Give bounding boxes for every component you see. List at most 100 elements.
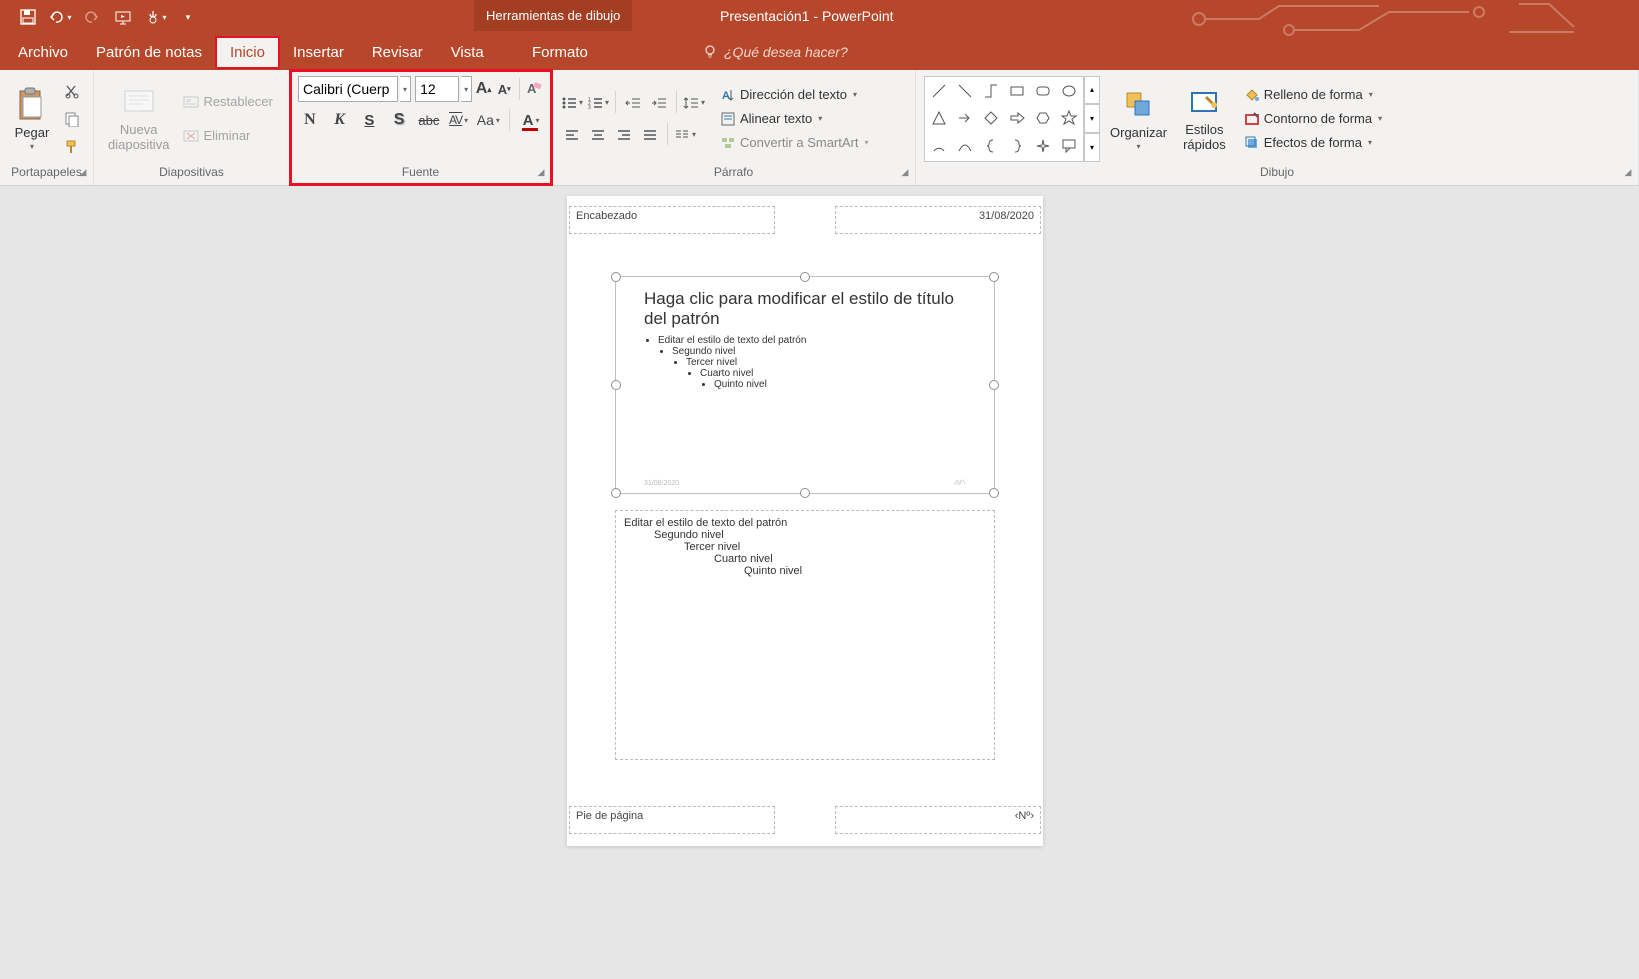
shape-roundrect-icon[interactable] xyxy=(1031,79,1055,104)
text-shadow-button[interactable]: S xyxy=(387,108,411,132)
align-left-button[interactable] xyxy=(560,123,584,147)
shape-curve-icon[interactable] xyxy=(953,133,977,158)
slide-image-placeholder[interactable]: Haga clic para modificar el estilo de tí… xyxy=(615,276,995,494)
decrease-indent-button[interactable] xyxy=(621,91,645,115)
delete-icon xyxy=(183,128,199,144)
convert-smartart-button[interactable]: Convertir a SmartArt▾ xyxy=(716,133,873,153)
font-name-dropdown[interactable]: ▾ xyxy=(400,76,411,102)
char-spacing-button[interactable]: AV xyxy=(447,108,471,132)
tab-formato[interactable]: Formato xyxy=(518,37,602,68)
parrafo-launcher[interactable]: ◢ xyxy=(899,167,911,179)
shape-rect-icon[interactable] xyxy=(1005,79,1029,104)
customize-qat-icon[interactable]: ▾ xyxy=(176,5,200,29)
tab-inicio[interactable]: Inicio xyxy=(216,37,279,68)
quick-styles-button[interactable]: Estilos rápidos xyxy=(1177,83,1232,154)
shape-fill-button[interactable]: Relleno de forma▾ xyxy=(1240,85,1386,105)
align-text-button[interactable]: Alinear texto▾ xyxy=(716,109,873,129)
font-name-combo[interactable] xyxy=(298,76,398,102)
shapes-more[interactable]: ▾ xyxy=(1084,133,1100,162)
notes-body-placeholder[interactable]: Editar el estilo de texto del patrón Seg… xyxy=(615,510,995,760)
clear-formatting-button[interactable]: A xyxy=(524,77,543,101)
new-slide-button[interactable]: Nueva diapositiva xyxy=(102,83,175,154)
font-color-button[interactable]: A xyxy=(519,108,543,132)
slide-title-text: Haga clic para modificar el estilo de tí… xyxy=(644,289,964,330)
portapapeles-launcher[interactable]: ◢ xyxy=(77,167,89,179)
paste-button[interactable]: Pegar ▾ xyxy=(8,85,56,153)
footer-placeholder[interactable]: Pie de página xyxy=(569,806,775,834)
shape-diamond-icon[interactable] xyxy=(979,106,1003,131)
resize-handle[interactable] xyxy=(611,380,621,390)
save-icon[interactable] xyxy=(16,5,40,29)
font-size-dropdown[interactable]: ▾ xyxy=(461,76,472,102)
dibujo-launcher[interactable]: ◢ xyxy=(1622,167,1634,179)
tab-archivo[interactable]: Archivo xyxy=(4,37,82,68)
grow-font-button[interactable]: A▴ xyxy=(474,77,493,101)
resize-handle[interactable] xyxy=(611,272,621,282)
shape-line-icon[interactable] xyxy=(927,79,951,104)
tab-patron-de-notas[interactable]: Patrón de notas xyxy=(82,37,216,68)
undo-icon[interactable]: ▾ xyxy=(48,5,72,29)
tab-insertar[interactable]: Insertar xyxy=(279,37,358,68)
shapes-scroll-down[interactable]: ▾ xyxy=(1084,104,1100,133)
header-placeholder[interactable]: Encabezado xyxy=(569,206,775,234)
shape-triangle-icon[interactable] xyxy=(927,106,951,131)
italic-button[interactable]: K xyxy=(328,108,352,132)
slide-number-placeholder[interactable]: ‹Nº› xyxy=(835,806,1041,834)
change-case-button[interactable]: Aa xyxy=(477,108,501,132)
shape-brace-l-icon[interactable] xyxy=(979,133,1003,158)
shape-callout-icon[interactable] xyxy=(1057,133,1081,158)
shape-arc-icon[interactable] xyxy=(927,133,951,158)
shape-block-arrow-icon[interactable] xyxy=(1005,106,1029,131)
bullets-button[interactable] xyxy=(560,91,584,115)
shape-hexagon-icon[interactable] xyxy=(1031,106,1055,131)
strikethrough-button[interactable]: abc xyxy=(417,108,441,132)
font-size-combo[interactable] xyxy=(415,76,459,102)
arrange-button[interactable]: Organizar ▾ xyxy=(1104,85,1173,153)
align-right-button[interactable] xyxy=(612,123,636,147)
shape-outline-button[interactable]: Contorno de forma▾ xyxy=(1240,109,1386,129)
quick-access-toolbar: ▾ ▾ ▾ xyxy=(0,5,200,29)
tab-vista[interactable]: Vista xyxy=(437,37,498,68)
columns-button[interactable] xyxy=(673,123,697,147)
resize-handle[interactable] xyxy=(989,380,999,390)
resize-handle[interactable] xyxy=(800,272,810,282)
shrink-font-button[interactable]: A▾ xyxy=(495,77,514,101)
resize-handle[interactable] xyxy=(989,272,999,282)
tell-me-search[interactable]: ¿Qué desea hacer? xyxy=(694,40,856,64)
shapes-scroll-up[interactable]: ▴ xyxy=(1084,76,1100,105)
resize-handle[interactable] xyxy=(989,488,999,498)
slide-footer-num: ‹Nº› xyxy=(954,480,966,487)
shape-star-icon[interactable] xyxy=(1057,106,1081,131)
shapes-gallery[interactable] xyxy=(924,76,1084,162)
tab-revisar[interactable]: Revisar xyxy=(358,37,437,68)
shape-effects-button[interactable]: Efectos de forma▾ xyxy=(1240,133,1386,153)
line-spacing-button[interactable] xyxy=(682,91,706,115)
delete-button[interactable]: Eliminar xyxy=(179,126,276,146)
fuente-launcher[interactable]: ◢ xyxy=(535,167,547,179)
format-painter-button[interactable] xyxy=(60,135,84,159)
cut-button[interactable] xyxy=(60,79,84,103)
notes-master-page[interactable]: Encabezado 31/08/2020 Haga clic para mod… xyxy=(567,196,1043,846)
underline-button[interactable]: S xyxy=(358,108,382,132)
shape-brace-r-icon[interactable] xyxy=(1005,133,1029,158)
resize-handle[interactable] xyxy=(611,488,621,498)
shape-oval-icon[interactable] xyxy=(1057,79,1081,104)
copy-button[interactable] xyxy=(60,107,84,131)
touch-mouse-mode-icon[interactable]: ▾ xyxy=(144,5,168,29)
justify-button[interactable] xyxy=(638,123,662,147)
text-direction-button[interactable]: A Dirección del texto▾ xyxy=(716,85,873,105)
resize-handle[interactable] xyxy=(800,488,810,498)
increase-indent-button[interactable] xyxy=(647,91,671,115)
redo-icon[interactable] xyxy=(80,5,104,29)
svg-text:A: A xyxy=(722,90,730,102)
shape-star2-icon[interactable] xyxy=(1031,133,1055,158)
align-center-button[interactable] xyxy=(586,123,610,147)
shape-line2-icon[interactable] xyxy=(953,79,977,104)
shape-arrow-icon[interactable] xyxy=(953,106,977,131)
date-placeholder[interactable]: 31/08/2020 xyxy=(835,206,1041,234)
reset-button[interactable]: Restablecer xyxy=(179,92,276,112)
shape-connector-icon[interactable] xyxy=(979,79,1003,104)
bold-button[interactable]: N xyxy=(298,108,322,132)
start-from-beginning-icon[interactable] xyxy=(112,5,136,29)
numbering-button[interactable]: 123 xyxy=(586,91,610,115)
